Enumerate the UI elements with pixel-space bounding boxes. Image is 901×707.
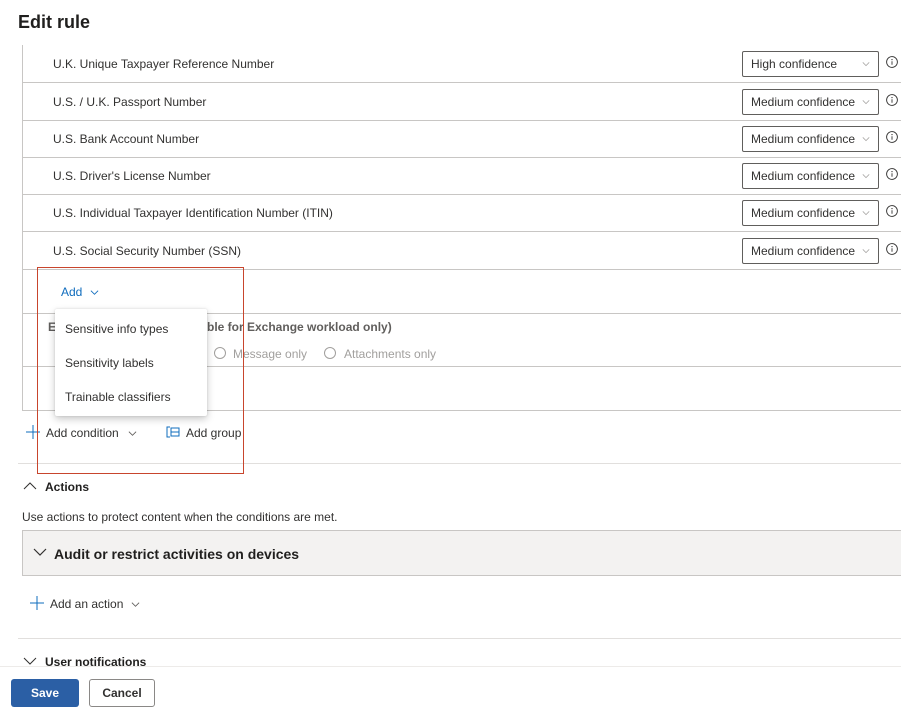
chevron-down-icon bbox=[862, 100, 870, 105]
info-icon[interactable] bbox=[886, 205, 898, 217]
confidence-dropdown[interactable]: Medium confidence bbox=[742, 200, 879, 226]
sit-row-label: U.S. Individual Taxpayer Identification … bbox=[53, 206, 333, 220]
sit-row: U.S. Bank Account Number Medium confiden… bbox=[22, 120, 901, 158]
sit-row-label: U.S. / U.K. Passport Number bbox=[53, 95, 207, 109]
confidence-value: High confidence bbox=[751, 57, 838, 71]
sit-row: U.S. Driver's License Number Medium conf… bbox=[22, 157, 901, 195]
highlight-box bbox=[37, 267, 244, 474]
radio-label-attachments-only: Attachments only bbox=[344, 347, 437, 361]
chevron-down-icon[interactable] bbox=[23, 657, 37, 666]
info-icon[interactable] bbox=[886, 168, 898, 180]
chevron-down-icon bbox=[862, 211, 870, 216]
info-icon[interactable] bbox=[886, 94, 898, 106]
sit-row-label: U.K. Unique Taxpayer Reference Number bbox=[53, 57, 275, 71]
radio-label-message-only: Message only bbox=[233, 347, 308, 361]
audit-restrict-label: Audit or restrict activities on devices bbox=[54, 546, 300, 562]
page-title: Edit rule bbox=[18, 12, 91, 32]
confidence-dropdown[interactable]: High confidence bbox=[742, 51, 879, 77]
audit-restrict-section[interactable]: Audit or restrict activities on devices bbox=[22, 530, 901, 576]
actions-description: Use actions to protect content when the … bbox=[22, 510, 338, 524]
sit-row-label: U.S. Bank Account Number bbox=[53, 132, 200, 146]
chevron-up-icon[interactable] bbox=[23, 481, 37, 490]
info-icon[interactable] bbox=[886, 243, 898, 255]
actions-heading[interactable]: Actions bbox=[45, 480, 89, 494]
chevron-down-icon bbox=[862, 137, 870, 142]
chevron-down-icon[interactable] bbox=[131, 600, 140, 609]
plus-icon[interactable] bbox=[30, 596, 44, 610]
add-action-button[interactable]: Add an action bbox=[50, 597, 123, 611]
sit-row-label: U.S. Social Security Number (SSN) bbox=[53, 244, 242, 258]
chevron-down-icon bbox=[862, 62, 870, 67]
confidence-value: Medium confidence bbox=[751, 244, 856, 258]
confidence-dropdown[interactable]: Medium confidence bbox=[742, 163, 879, 189]
sit-row: U.K. Unique Taxpayer Reference Number Hi… bbox=[22, 45, 901, 83]
confidence-value: Medium confidence bbox=[751, 132, 856, 146]
divider bbox=[18, 638, 901, 639]
confidence-dropdown[interactable]: Medium confidence bbox=[742, 126, 879, 152]
sit-row: U.S. / U.K. Passport Number Medium confi… bbox=[22, 83, 901, 121]
confidence-value: Medium confidence bbox=[751, 95, 856, 109]
sit-row: U.S. Social Security Number (SSN) Medium… bbox=[22, 232, 901, 270]
confidence-dropdown[interactable]: Medium confidence bbox=[742, 89, 879, 115]
confidence-dropdown[interactable]: Medium confidence bbox=[742, 238, 879, 264]
chevron-down-icon bbox=[862, 174, 870, 179]
radio-attachments-only[interactable] bbox=[324, 347, 336, 359]
chevron-down-icon bbox=[862, 249, 870, 254]
info-icon[interactable] bbox=[886, 131, 898, 143]
sit-row: U.S. Individual Taxpayer Identification … bbox=[22, 194, 901, 232]
chevron-down-icon bbox=[33, 548, 47, 556]
confidence-value: Medium confidence bbox=[751, 169, 856, 183]
info-icon[interactable] bbox=[886, 56, 898, 68]
sit-row-label: U.S. Driver's License Number bbox=[53, 169, 211, 183]
confidence-value: Medium confidence bbox=[751, 206, 856, 220]
cancel-button[interactable]: Cancel bbox=[89, 679, 155, 707]
save-button[interactable]: Save bbox=[11, 679, 79, 707]
